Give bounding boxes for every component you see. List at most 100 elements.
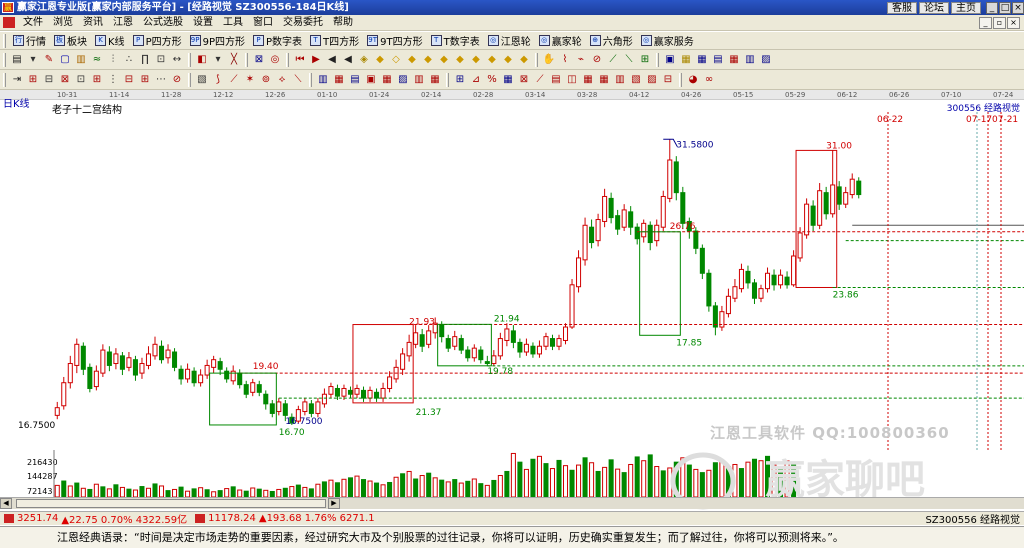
9p-square-button[interactable]: 9P 9P四方形: [186, 33, 249, 49]
add-icon[interactable]: ⊞: [453, 73, 467, 87]
trend-icon[interactable]: ⟋: [227, 73, 241, 87]
scroll-right-arrow[interactable]: ▶: [328, 498, 340, 509]
toolbar-grip[interactable]: [3, 72, 6, 87]
hdots-icon[interactable]: ⋯: [154, 73, 168, 87]
menu-settings[interactable]: 设置: [188, 15, 218, 31]
mosaic-icon[interactable]: ▣: [364, 73, 378, 87]
home-link[interactable]: 主页: [951, 1, 981, 14]
diamond-outline-icon[interactable]: ◇: [389, 53, 403, 67]
p-number-table-button[interactable]: P P数字表: [249, 33, 306, 49]
system-menu-icon[interactable]: [3, 17, 15, 28]
minus-box-icon[interactable]: ⊟: [122, 73, 136, 87]
vdots-icon[interactable]: ⋮: [106, 73, 120, 87]
period-icon[interactable]: ▤: [10, 53, 24, 67]
close-button[interactable]: ×: [1012, 1, 1024, 14]
list-icon[interactable]: ▤: [711, 53, 725, 67]
pie-icon[interactable]: ◕: [686, 73, 700, 87]
hatch-icon[interactable]: ▨: [396, 73, 410, 87]
pencil-icon[interactable]: ⌇: [558, 53, 572, 67]
menu-tools[interactable]: 工具: [218, 15, 248, 31]
grid-icon[interactable]: ⫶: [106, 53, 120, 67]
box-icon[interactable]: ⊠: [252, 53, 266, 67]
support-link[interactable]: 客服: [887, 1, 917, 14]
diamond-icon[interactable]: ◈: [357, 53, 371, 67]
kline-chart-panel[interactable]: 10-31 11-14 11-28 12-12 12-26 01-10 01-24 02-14…: [0, 90, 1024, 511]
menu-help[interactable]: 帮助: [328, 15, 358, 31]
bars-icon[interactable]: ∏: [138, 53, 152, 67]
grid9-icon[interactable]: ▥: [613, 73, 627, 87]
toolbar-grip[interactable]: [3, 33, 6, 48]
menu-window[interactable]: 窗口: [248, 15, 278, 31]
pattern-icon[interactable]: ▨: [759, 53, 773, 67]
hand-icon[interactable]: ✋: [542, 53, 556, 67]
erase-icon[interactable]: ⊘: [590, 53, 604, 67]
grid4-icon[interactable]: ▦: [332, 73, 346, 87]
frame-icon[interactable]: ⊡: [154, 53, 168, 67]
grid10-icon[interactable]: ▧: [629, 73, 643, 87]
angle-icon[interactable]: ⊿: [469, 73, 483, 87]
grid11-icon[interactable]: ▨: [645, 73, 659, 87]
scroll-thumb[interactable]: [16, 499, 326, 508]
gold-diamond-icon[interactable]: ◆: [453, 53, 467, 67]
ray2-icon[interactable]: ⟋: [533, 73, 547, 87]
split-icon[interactable]: ◫: [565, 73, 579, 87]
fill-diamond-icon[interactable]: ◆: [405, 53, 419, 67]
cross-box-icon[interactable]: ⊠: [58, 73, 72, 87]
sh-index[interactable]: 3251.74 ▲22.75 0.70% 4322.59亿: [0, 511, 191, 526]
panel-icon[interactable]: ▤: [549, 73, 563, 87]
sz-index[interactable]: 11178.24 ▲193.68 1.76% 6271.1: [191, 513, 379, 524]
kline-button[interactable]: K K线: [91, 33, 129, 49]
hex-icon[interactable]: ⟡: [275, 73, 289, 87]
circle-icon[interactable]: ◎: [268, 53, 282, 67]
gold-diamond-icon[interactable]: ◆: [517, 53, 531, 67]
prev-icon[interactable]: ◀: [341, 53, 355, 67]
scale-icon[interactable]: ⊞: [26, 73, 40, 87]
grid8-icon[interactable]: ▦: [597, 73, 611, 87]
star-icon[interactable]: ✶: [243, 73, 257, 87]
first-icon[interactable]: ⏮: [293, 53, 307, 67]
infinity-icon[interactable]: ∞: [702, 73, 716, 87]
gold-diamond-icon[interactable]: ◆: [501, 53, 515, 67]
grid7-icon[interactable]: ▦: [581, 73, 595, 87]
width-icon[interactable]: ↔: [170, 53, 184, 67]
menu-news[interactable]: 资讯: [78, 15, 108, 31]
plus-box-icon[interactable]: ⊞: [138, 73, 152, 87]
sectors-button[interactable]: 板板块: [50, 33, 91, 49]
menu-browse[interactable]: 浏览: [48, 15, 78, 31]
layout-icon[interactable]: ▣: [663, 53, 677, 67]
grid3-icon[interactable]: ⊞: [90, 73, 104, 87]
mdi-close-button[interactable]: ×: [1007, 16, 1020, 29]
gann-wheel-button[interactable]: ◎ 江恩轮: [484, 33, 535, 49]
grid2-icon[interactable]: ▦: [727, 53, 741, 67]
maximize-button[interactable]: □: [999, 1, 1011, 14]
play-icon[interactable]: ▶: [309, 53, 323, 67]
forum-link[interactable]: 论坛: [919, 1, 949, 14]
sheet-icon[interactable]: ▦: [695, 53, 709, 67]
wave-icon[interactable]: ≈: [90, 53, 104, 67]
lines-icon[interactable]: ▤: [348, 73, 362, 87]
winner-wheel-button[interactable]: ◎ 赢家轮: [535, 33, 586, 49]
mdi-minimize-button[interactable]: _: [979, 16, 992, 29]
gold-diamond-icon[interactable]: ◆: [437, 53, 451, 67]
quotes-button[interactable]: 行行情: [9, 33, 50, 49]
grid6-icon[interactable]: ▦: [428, 73, 442, 87]
slash-icon[interactable]: ⊘: [170, 73, 184, 87]
square-icon[interactable]: ◧: [195, 53, 209, 67]
dropdown-icon[interactable]: ▾: [211, 53, 225, 67]
gold-diamond-icon[interactable]: ◆: [373, 53, 387, 67]
menu-formula-screen[interactable]: 公式选股: [138, 15, 188, 31]
cross-icon[interactable]: ╳: [227, 53, 241, 67]
grid12-icon[interactable]: ⊟: [661, 73, 675, 87]
table-icon[interactable]: ▦: [679, 53, 693, 67]
fan-icon[interactable]: ⟍: [291, 73, 305, 87]
stack-icon[interactable]: ▥: [743, 53, 757, 67]
percent-icon[interactable]: %: [485, 73, 499, 87]
winner-service-button[interactable]: ◎ 赢家服务: [637, 33, 698, 49]
box2-icon[interactable]: ⊠: [517, 73, 531, 87]
cut-icon[interactable]: ⊟: [42, 73, 56, 87]
scroll-left-arrow[interactable]: ◀: [0, 498, 12, 509]
9t-square-button[interactable]: 9T 9T四方形: [363, 33, 426, 49]
fit-icon[interactable]: ⇥: [10, 73, 24, 87]
ray-icon[interactable]: ⟋: [606, 53, 620, 67]
bars2-icon[interactable]: ▥: [316, 73, 330, 87]
